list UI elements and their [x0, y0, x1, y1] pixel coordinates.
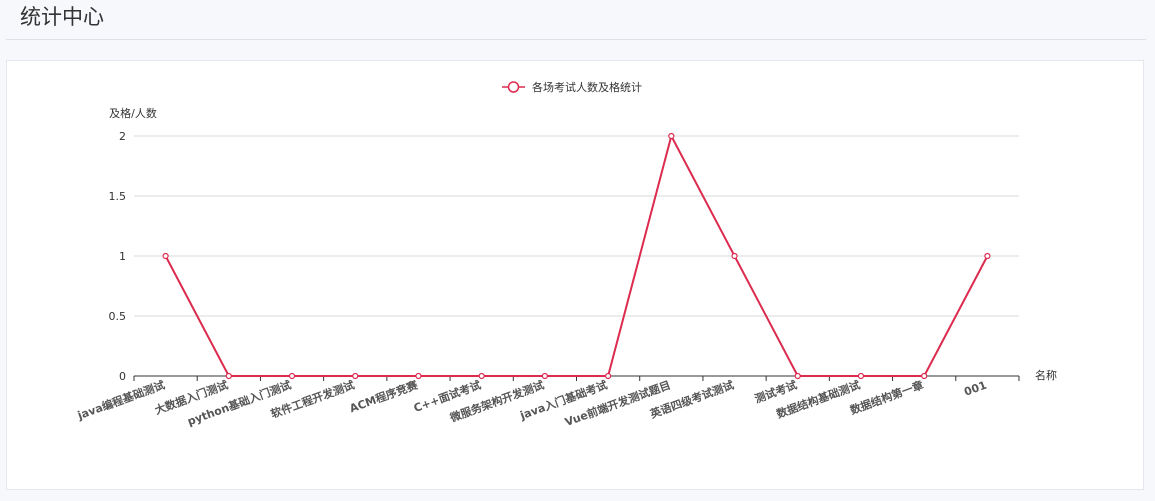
line-chart: 各场考试人数及格统计 及格/人数 名称 0 0.5 1 1.5 2 java编程基础测试…	[75, 80, 1057, 429]
data-point[interactable]	[352, 372, 359, 380]
x-tick-label: Vue前端开发测试题目	[563, 378, 672, 429]
x-tick-label: java编程基础测试	[75, 378, 167, 423]
y-tick-label: 1	[119, 250, 126, 263]
title-divider	[6, 39, 1146, 40]
y-tick-label: 0	[119, 370, 126, 383]
y-tick-label: 1.5	[109, 190, 127, 203]
legend-label: 各场考试人数及格统计	[532, 80, 642, 94]
data-point[interactable]	[162, 252, 169, 260]
data-point[interactable]	[921, 372, 928, 380]
y-tick-label: 0.5	[109, 310, 127, 323]
data-point[interactable]	[225, 372, 232, 380]
x-tick-label: 001	[962, 379, 988, 399]
data-point[interactable]	[731, 252, 738, 260]
data-point[interactable]	[415, 372, 422, 380]
data-point[interactable]	[794, 372, 801, 380]
x-tick-label: ACM程序竞赛	[347, 377, 420, 415]
chart-card: 各场考试人数及格统计 及格/人数 名称 0 0.5 1 1.5 2 java编程基础测试…	[6, 60, 1144, 490]
x-tick-label: 数据结构第一章	[848, 378, 925, 417]
legend-circle-marker	[507, 81, 520, 93]
data-point[interactable]	[668, 132, 675, 140]
data-point[interactable]	[984, 252, 991, 260]
data-point[interactable]	[478, 372, 485, 380]
x-axis-label: 名称	[1035, 368, 1057, 382]
data-point[interactable]	[857, 372, 865, 380]
x-tick-label: python基础入门测试	[185, 378, 293, 429]
chart-legend[interactable]: 各场考试人数及格统计	[502, 80, 642, 94]
data-point[interactable]	[541, 372, 548, 380]
page-title: 统计中心	[20, 5, 104, 29]
y-axis-label: 及格/人数	[109, 106, 157, 120]
data-point[interactable]	[605, 372, 612, 380]
data-point[interactable]	[288, 372, 296, 380]
y-tick-label: 2	[119, 130, 126, 143]
